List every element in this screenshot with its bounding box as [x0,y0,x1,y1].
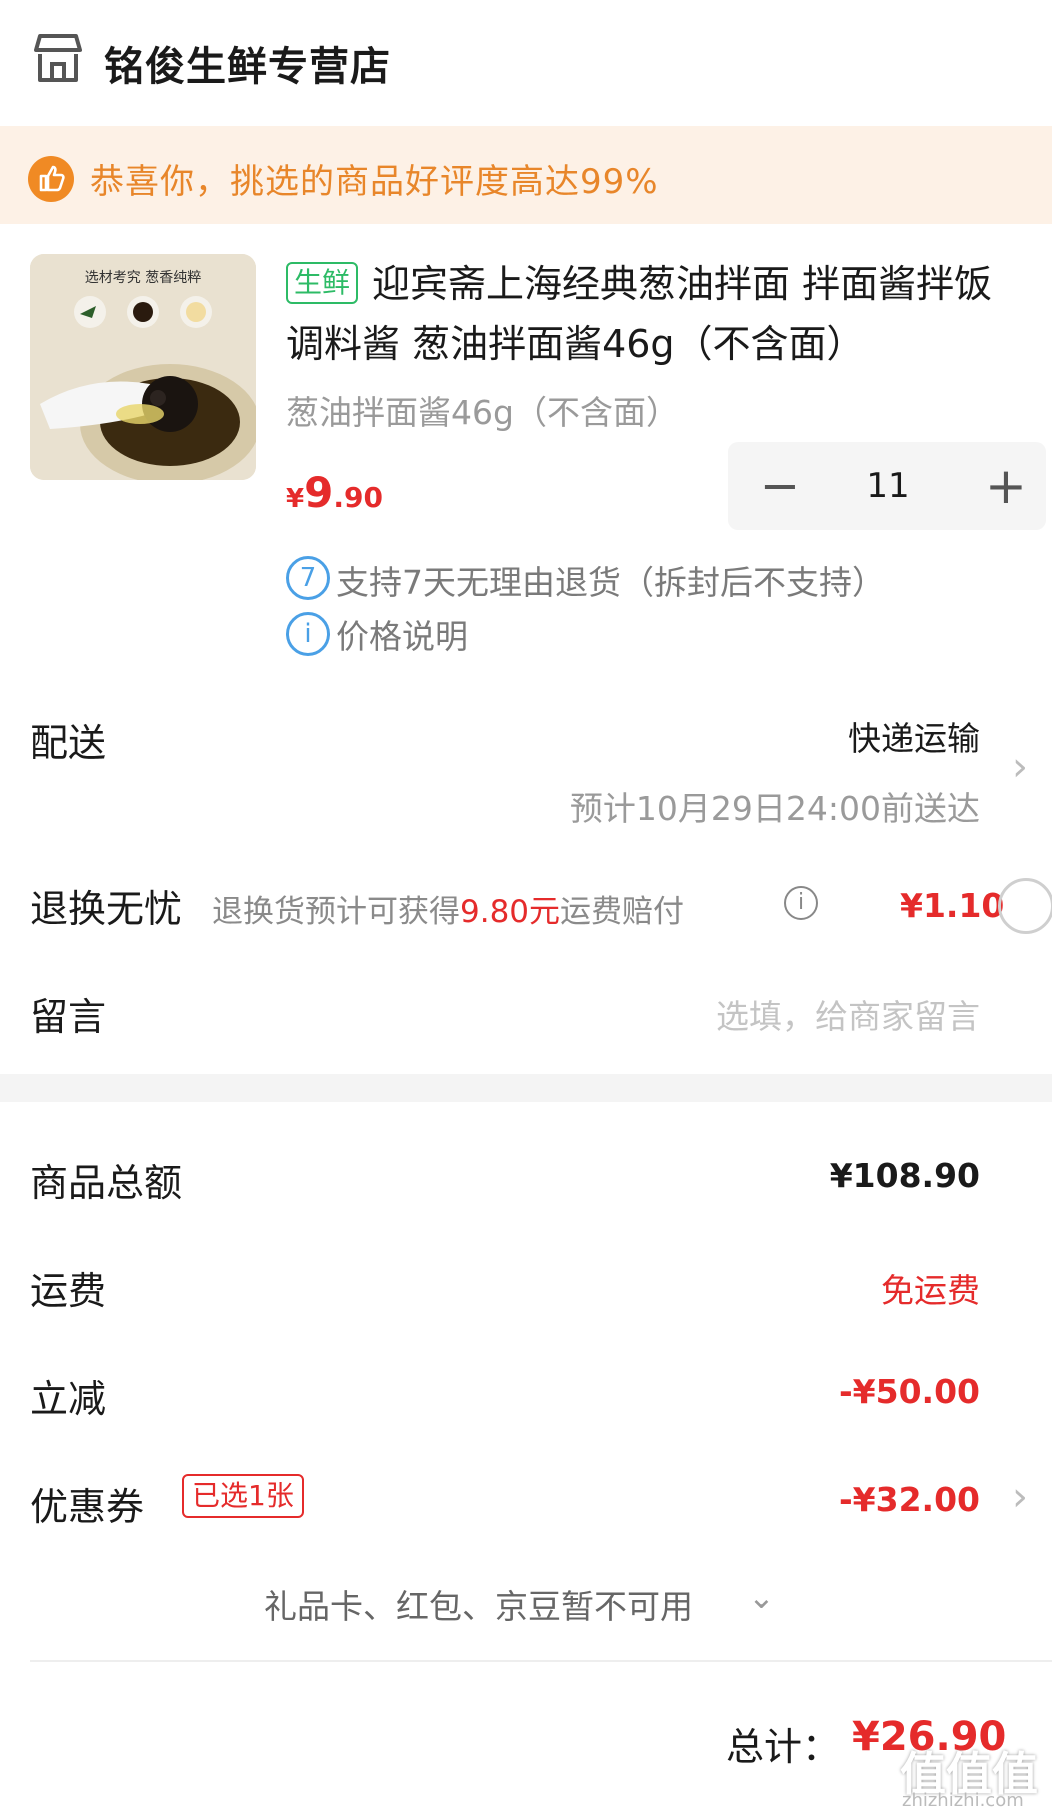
product-title[interactable]: 迎宾斋上海经典葱油拌面 拌面酱拌饭调料酱 葱油拌面酱46g（不含面） [286,254,1026,374]
increase-quantity-button[interactable]: + [976,446,1036,526]
coupon-value[interactable]: -¥32.00 [839,1480,980,1519]
goods-total-value: ¥108.90 [829,1156,980,1195]
delivery-label: 配送 [30,721,107,765]
return-worry-label: 退换无忧 [30,887,183,931]
shipping-value: 免运费 [881,1271,980,1310]
return-info-icon[interactable]: i [784,886,818,920]
decrease-quantity-button[interactable]: − [750,446,810,526]
unavailable-notice[interactable]: 礼品卡、红包、京豆暂不可用 [264,1580,693,1628]
quantity-value[interactable]: 11 [828,446,948,526]
coupon-chevron-right-icon[interactable]: › [1012,1474,1028,1520]
thumbs-up-icon [28,156,74,202]
discount-label: 立减 [30,1377,107,1421]
message-label: 留言 [30,995,107,1039]
price-info-icon[interactable]: i [286,612,330,656]
product-image-caption: 选材考究 葱香纯粹 [85,270,201,286]
return-worry-desc: 退换货预计可获得9.80元运费赔付 [212,886,684,931]
price-info-link[interactable]: 价格说明 [336,610,468,658]
chevron-down-icon[interactable]: ⌄ [748,1578,775,1616]
message-input[interactable]: 选填，给商家留言 [716,990,980,1038]
price-symbol: ¥ [286,484,305,514]
order-summary [0,1102,1052,1818]
summary-divider [30,1660,1052,1662]
return-worry-price: ¥1.10 [900,886,1005,925]
section-divider [0,1074,1052,1102]
return-worry-desc-suffix: 运费赔付 [560,894,685,930]
shipping-label: 运费 [30,1269,107,1313]
goods-total-label: 商品总额 [30,1161,183,1205]
return-worry-radio[interactable] [998,878,1052,934]
store-icon [34,34,82,82]
coupon-selected-tag: 已选1张 [182,1474,304,1518]
delivery-chevron-right-icon[interactable]: › [1012,744,1028,790]
return-worry-desc-amount: 9.80元 [460,894,561,930]
price-decimal: .90 [333,481,383,514]
coupon-label: 优惠券 [30,1485,145,1529]
seven-day-return-icon: 7 [286,556,330,600]
seven-day-return-text: 支持7天无理由退货（拆封后不支持） [336,563,885,602]
product-spec: 葱油拌面酱46g（不含面） [286,393,679,432]
delivery-method[interactable]: 快递运输 [848,712,980,760]
price-integer: 9 [304,468,334,517]
product-price: ¥9.90 [286,468,383,517]
store-name[interactable]: 铭俊生鲜专营店 [104,34,391,92]
delivery-eta: 预计10月29日24:00前送达 [569,789,980,828]
return-worry-desc-prefix: 退换货预计可获得 [212,894,460,930]
discount-value: -¥50.00 [838,1372,980,1411]
total-label: 总计： [726,1725,841,1769]
praise-banner-text: 恭喜你，挑选的商品好评度高达99% [90,162,659,202]
product-image[interactable]: 选材考究 葱香纯粹 [30,254,256,480]
watermark-url: zhizhizhi.com [902,1790,1024,1811]
